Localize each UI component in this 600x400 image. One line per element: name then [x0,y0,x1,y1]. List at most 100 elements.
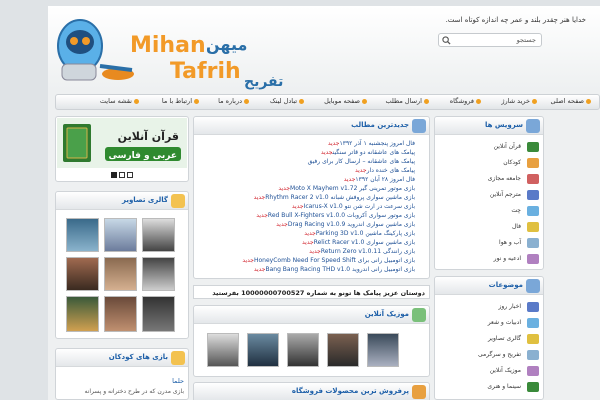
latest-post-item[interactable]: بازی موتور سواری آکروبات Red Bull X-Figh… [256,212,415,219]
topic-item[interactable]: موزیک آنلاین [435,365,545,379]
gallery-thumb[interactable] [66,257,99,291]
slider-dot-3[interactable] [127,172,133,178]
latest-post-item[interactable]: بازی رانندگی Return Zero v1.0.11جدید [309,248,415,255]
service-item[interactable]: قرآن آنلاین [435,141,545,155]
topic-item[interactable]: تفریح و سرگرمی [435,349,545,363]
nav-item-mobile[interactable]: صفحه موبایل [324,97,367,108]
latest-post-item[interactable]: بازی پارکینگ ماشین Parking 3D v1.0جدید [304,230,415,237]
gallery-thumb[interactable] [104,218,137,252]
service-item[interactable]: جامعه مجازی [435,173,545,187]
latest-post-item[interactable]: بازی اتومبیل رانی برای HoneyComb Need Fo… [242,257,415,264]
latest-posts-list: فال امروز پنجشنبه ۱ آذر ۱۳۹۲جدید پیامک ها… [195,140,415,276]
gallery-thumb[interactable] [142,296,175,332]
nav-item-contact[interactable]: ارتباط با ما [162,97,199,108]
latest-post-item[interactable]: فال امروز ۲۸ آبان ۱۳۹۲جدید [344,176,415,183]
nav-item-sitemap[interactable]: نقشه سایت [100,97,139,108]
gallery-thumb[interactable] [66,296,99,332]
nav-item-submit-post[interactable]: ارسال مطلب [385,97,429,108]
service-item[interactable]: کودکان [435,157,545,171]
latest-post-item[interactable]: بازی ماشین سواری اندروید Drag Racing v1.… [276,221,415,228]
topic-item[interactable]: اخبار روز [435,301,545,315]
site-logo[interactable]: Mihan میهن Tafrih تفریح [48,6,288,92]
service-item[interactable]: آب و هوا [435,237,545,251]
service-icon [527,206,539,216]
latest-post-item[interactable]: بازی ماشین سواری Relict Racer v1.0جدید [302,239,415,246]
latest-post-title[interactable]: بازی اتومبیل رانی اندروید Bang Bang Raci… [266,266,416,273]
gallery-thumb[interactable] [104,296,137,332]
gallery-thumb[interactable] [142,218,175,252]
kids-game-description: بازی مدرن که در طرح دخترانه و پسرانه [84,388,184,395]
latest-post-title[interactable]: بازی سرعت در ارت شن نتو Icarus-X v1.0 [304,203,415,210]
service-item[interactable]: چت [435,205,545,219]
music-album-cover[interactable] [287,333,319,367]
latest-post-item[interactable]: بازی ماشین سواری پروفش شبانه Rhythm Race… [254,194,415,201]
gallery-header: گالری تصاویر [56,192,188,210]
search-input[interactable]: جستجو [517,36,536,44]
topics-list: اخبار روز ادبیات و شعر گالری تصاویر تفریح و… [435,297,545,399]
nav-item-about[interactable]: درباره ما [218,97,249,108]
nav-item-shop[interactable]: فروشگاه [450,97,481,108]
latest-post-title[interactable]: پیامک های عاشقانه – ارسال کار برای رفیق [308,158,415,165]
service-icon [527,174,539,184]
latest-post-item[interactable]: پیامک های عاشقانه – ارسال کار برای رفیق [308,158,415,165]
quran-banner[interactable]: قرآن آنلاین عربی و فارسی [57,118,187,168]
music-album-cover[interactable] [367,333,399,367]
nav-item-link-exchange[interactable]: تبادل لینک [270,97,304,108]
latest-post-title[interactable]: بازی رانندگی Return Zero v1.0.11 [321,248,415,255]
gallery-thumb[interactable] [104,257,137,291]
services-title: سرویس ها [484,121,523,129]
latest-post-title[interactable]: بازی ماشین سواری Relict Racer v1.0 [314,239,415,246]
latest-post-item[interactable]: بازی سرعت در ارت شن نتو Icarus-X v1.0جدی… [292,203,415,210]
latest-post-title[interactable]: بازی موتور تمرینی گیر Moto X Mayhem v1.7… [290,185,415,192]
topic-item[interactable]: ادبیات و شعر [435,317,545,331]
slider-dot-2[interactable] [119,172,125,178]
smiley-icon [171,351,185,365]
latest-post-title[interactable]: فال امروز ۲۸ آبان ۱۳۹۲ [355,176,415,183]
logo-persian-bottom: تفریح [244,74,283,90]
latest-post-title[interactable]: بازی موتور سواری آکروبات Red Bull X-Figh… [268,212,415,219]
services-header: سرویس ها [435,117,543,135]
topic-label: اخبار روز [498,303,521,310]
kids-game-link[interactable]: حلما [172,377,184,385]
new-badge: جدید [291,203,304,210]
slider-dot-1[interactable] [111,172,117,178]
music-album-cover[interactable] [327,333,359,367]
latest-post-title[interactable]: بازی ماشین سواری پروفش شبانه Rhythm Race… [265,194,415,201]
robot-icon [57,19,134,81]
nav-dot-icon [134,98,139,104]
search-box[interactable]: جستجو [438,33,542,47]
latest-post-title[interactable]: پیامک های خنده دار [367,167,415,174]
site-tagline: خدایا هنر چقدر بلند و عمر چه اندازه کوتا… [445,16,586,24]
nav-dot-icon [476,98,481,104]
latest-post-item[interactable]: بازی موتور تمرینی گیر Moto X Mayhem v1.7… [278,185,415,192]
topic-label: سینما و هنری [487,383,521,390]
latest-post-item[interactable]: بازی اتومبیل رانی اندروید Bang Bang Raci… [254,266,415,273]
nav-item-home[interactable]: صفحه اصلی [551,97,591,108]
latest-post-item[interactable]: فال امروز پنجشنبه ۱ آذر ۱۳۹۲جدید [328,140,415,147]
gallery-thumb[interactable] [66,218,99,252]
latest-post-title[interactable]: بازی پارکینگ ماشین Parking 3D v1.0 [316,230,415,237]
service-label: مترجم آنلاین [489,191,521,198]
gallery-thumb[interactable] [142,257,175,291]
music-album-cover[interactable] [247,333,279,367]
latest-post-item[interactable]: پیامک های عاشقانه دو قاتر سنگینجدید [321,149,415,156]
latest-post-title[interactable]: بازی ماشین سواری اندروید Drag Racing v1.… [288,221,415,228]
topic-item[interactable]: سینما و هنری [435,381,545,395]
new-badge: جدید [327,140,340,147]
service-icon [527,158,539,168]
latest-post-title[interactable]: فال امروز پنجشنبه ۱ آذر ۱۳۹۲ [340,140,416,147]
music-album-cover[interactable] [207,333,239,367]
latest-post-title[interactable]: بازی اتومبیل رانی برای HoneyComb Need Fo… [254,257,415,264]
service-label: فال [511,223,521,230]
service-item[interactable]: مترجم آنلاین [435,189,545,203]
latest-post-title[interactable]: پیامک های عاشقانه دو قاتر سنگین [333,149,415,156]
latest-post-item[interactable]: پیامک های خنده دارجدید [355,167,415,174]
nav-item-charge[interactable]: خرید شارژ [501,97,537,108]
service-item[interactable]: ادعیه و نور [435,253,545,267]
topic-item[interactable]: گالری تصاویر [435,333,545,347]
kids-games-header: بازی های کودکان [56,349,188,367]
nav-dot-icon [532,98,537,104]
search-icon[interactable] [442,36,451,45]
service-item[interactable]: فال [435,221,545,235]
latest-posts-header: جدیدترین مطالب [194,117,429,135]
